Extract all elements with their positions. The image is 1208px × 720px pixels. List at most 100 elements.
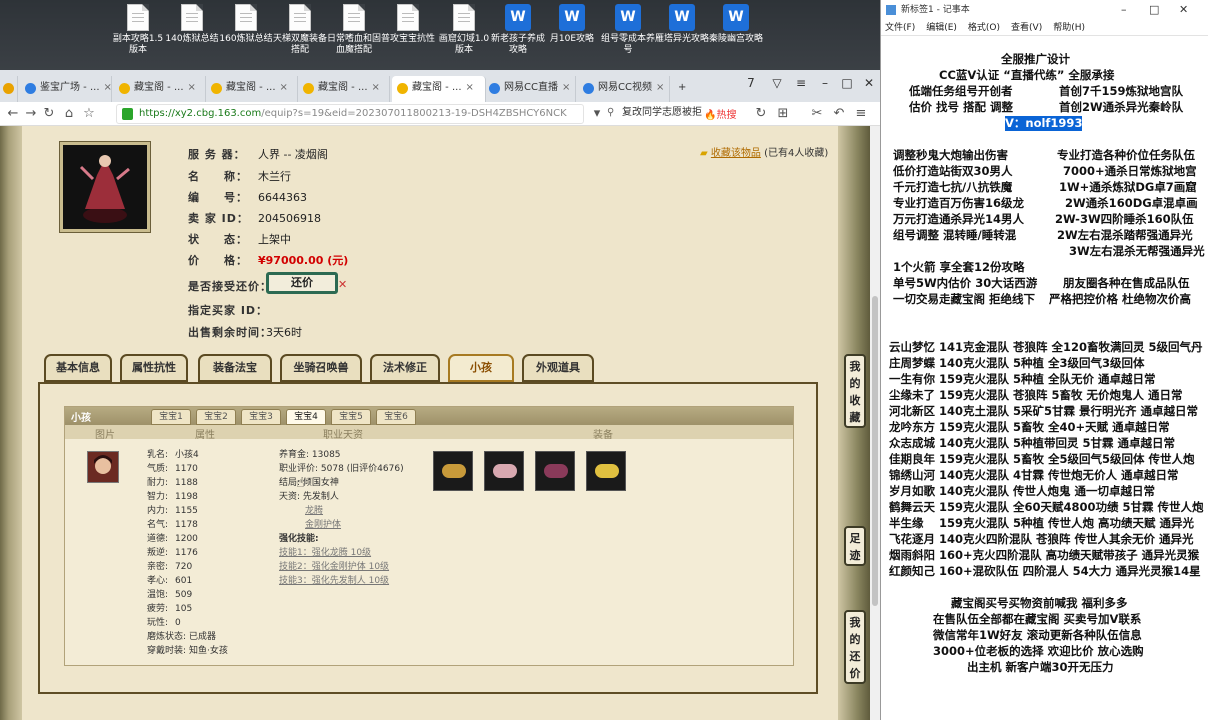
career-text[interactable]: 龙腾 bbox=[305, 506, 323, 516]
notepad-menu-item[interactable]: 帮助(H) bbox=[1053, 23, 1085, 33]
notepad-maximize-icon[interactable]: □ bbox=[1149, 0, 1159, 20]
kid-tab-4[interactable]: 宝宝4 bbox=[286, 409, 326, 425]
kid-tab-6[interactable]: 宝宝6 bbox=[376, 409, 416, 425]
notepad-menu-item[interactable]: 查看(V) bbox=[1011, 23, 1042, 33]
side-button-3[interactable]: 我的还价 bbox=[844, 610, 866, 684]
browser-tab[interactable]: 藏宝阁 - ... × bbox=[298, 76, 390, 102]
screenshot-icon[interactable]: ✂ bbox=[808, 104, 826, 124]
tab-5[interactable]: 法术修正 bbox=[370, 354, 440, 382]
career-line[interactable]: 龙腾 bbox=[305, 503, 323, 516]
notepad-line: 烟雨斜阳 160+克火四阶混队 高功绩天赋带孩子 通异光灵猴 bbox=[889, 548, 1200, 562]
notepad-close-icon[interactable]: ✕ bbox=[1179, 0, 1188, 20]
notepad-minimize-icon[interactable]: – bbox=[1121, 0, 1127, 20]
browser-tab[interactable]: 藏宝阁 - ... × bbox=[114, 76, 206, 102]
career-text[interactable]: 技能1：强化龙腾 10级 bbox=[279, 548, 371, 558]
extensions-icon[interactable]: ⊞ bbox=[774, 104, 792, 124]
menu-icon[interactable]: ≡ bbox=[790, 73, 812, 93]
tab-close-icon[interactable]: × bbox=[280, 82, 288, 93]
new-tab-button[interactable]: + bbox=[672, 76, 694, 102]
tab-7[interactable]: 外观道具 bbox=[522, 354, 594, 382]
career-line[interactable]: 金刚护体 bbox=[305, 517, 341, 530]
desktop-icon[interactable]: W 组号零成本养号 bbox=[600, 4, 656, 56]
back-icon[interactable]: ← bbox=[4, 104, 22, 124]
browser-tab[interactable]: 网易CC直播 × bbox=[484, 76, 576, 102]
desktop-icon[interactable]: 普攻宝宝抗性 bbox=[380, 4, 436, 45]
attr-value: 601 bbox=[175, 576, 193, 586]
scrollbar-thumb[interactable] bbox=[872, 296, 878, 606]
tab-1[interactable]: 基本信息 bbox=[44, 354, 112, 382]
equip-slot[interactable] bbox=[484, 451, 524, 491]
desktop-icon-label: 新老孩子养成攻略 bbox=[490, 34, 545, 55]
desktop-icon[interactable]: W 新老孩子养成攻略 bbox=[490, 4, 546, 56]
kid-tab-5[interactable]: 宝宝5 bbox=[331, 409, 371, 425]
career-line: 职业评价: 5078 (旧评价4676) bbox=[279, 461, 404, 474]
attr-key: 智力: bbox=[147, 492, 169, 502]
favorite-link[interactable]: 收藏该物品 bbox=[711, 148, 761, 159]
shirt-skin-icon[interactable]: ▽ bbox=[766, 73, 788, 93]
equip-slot[interactable] bbox=[433, 451, 473, 491]
close-icon[interactable]: ✕ bbox=[858, 73, 880, 93]
kid-tab-2[interactable]: 宝宝2 bbox=[196, 409, 236, 425]
hot-search-link[interactable]: 🔥热搜 bbox=[704, 106, 736, 121]
forward-icon[interactable]: → bbox=[22, 104, 40, 124]
notepad-line: 首创7千159炼狱地宫队 bbox=[1059, 84, 1184, 98]
kid-tab-3[interactable]: 宝宝3 bbox=[241, 409, 281, 425]
tab-close-icon[interactable]: × bbox=[188, 82, 196, 93]
browser-tab[interactable]: 网易CC视频 × bbox=[578, 76, 670, 102]
minimize-icon[interactable]: – bbox=[814, 73, 836, 93]
bookmark-icon[interactable]: ☆ bbox=[80, 104, 98, 124]
desktop-icon[interactable]: 副本攻略1.5版本 bbox=[110, 4, 166, 56]
notepad-menu-item[interactable]: 编辑(E) bbox=[926, 23, 957, 33]
desktop-icon[interactable]: 140炼狱总结 bbox=[164, 4, 220, 45]
career-text[interactable]: 技能2：强化金刚护体 10级 bbox=[279, 562, 389, 572]
haggle-close-icon[interactable]: ✕ bbox=[338, 278, 347, 291]
tab-close-icon[interactable]: × bbox=[372, 82, 380, 93]
career-line[interactable]: 技能2：强化金刚护体 10级 bbox=[279, 559, 389, 572]
desktop-icon[interactable]: W 月10E攻略 bbox=[544, 4, 600, 45]
refresh-icon[interactable]: ↻ bbox=[752, 104, 770, 124]
desktop-icon[interactable]: 日常嗜血和固血魔搭配 bbox=[326, 4, 382, 56]
browser-menu-icon[interactable]: ≡ bbox=[852, 104, 870, 124]
career-line[interactable]: 技能1：强化龙腾 10级 bbox=[279, 545, 371, 558]
desktop-icon[interactable]: 天梯双魔装备搭配 bbox=[272, 4, 328, 56]
tab-close-icon[interactable]: × bbox=[466, 82, 474, 93]
browser-tab[interactable]: 藏宝阁 - ... × bbox=[392, 76, 486, 102]
browser-tab[interactable]: 藏宝阁 - ... × bbox=[206, 76, 298, 102]
tab-3[interactable]: 装备法宝 bbox=[198, 354, 272, 382]
attr-key: 内力: bbox=[147, 506, 169, 516]
pin-window-icon[interactable]: 7 bbox=[740, 73, 762, 93]
browser-tab[interactable]: 鉴宝广场 - ... × bbox=[20, 76, 112, 102]
notepad-line: 出主机 新客户端30开无压力 bbox=[967, 660, 1114, 674]
tab-6[interactable]: 小孩 bbox=[448, 354, 514, 382]
side-button-2[interactable]: 足迹 bbox=[844, 526, 866, 566]
career-text[interactable]: 技能3：强化先发制人 10级 bbox=[279, 576, 389, 586]
notepad-menu-item[interactable]: 文件(F) bbox=[885, 23, 915, 33]
kid-tab-1[interactable]: 宝宝1 bbox=[151, 409, 191, 425]
side-button-1[interactable]: 我的收藏 bbox=[844, 354, 866, 428]
maximize-icon[interactable]: □ bbox=[836, 73, 858, 93]
haggle-button[interactable]: 还价 bbox=[266, 272, 338, 294]
equip-slot[interactable] bbox=[535, 451, 575, 491]
undo-icon[interactable]: ↶ bbox=[830, 104, 848, 124]
tab-close-icon[interactable]: × bbox=[562, 82, 570, 93]
tab-close-icon[interactable]: × bbox=[104, 82, 111, 93]
tab-close-icon[interactable]: × bbox=[656, 82, 664, 93]
desktop-icon[interactable]: W 秦陵幽宫攻略 bbox=[708, 4, 764, 45]
browser-logo-icon[interactable] bbox=[0, 76, 18, 102]
tab-4[interactable]: 坐骑召唤兽 bbox=[280, 354, 362, 382]
mouse-cursor-icon: ☝ bbox=[296, 475, 305, 491]
desktop-icon[interactable]: 画窟幻域1.0版本 bbox=[436, 4, 492, 56]
reload-icon[interactable]: ↻ bbox=[40, 104, 58, 124]
career-line[interactable]: 技能3：强化先发制人 10级 bbox=[279, 573, 389, 586]
desktop-icon[interactable]: 160炼狱总结 bbox=[218, 4, 274, 45]
page-scrollbar[interactable] bbox=[870, 126, 880, 720]
home-icon[interactable]: ⌂ bbox=[60, 104, 78, 124]
career-text[interactable]: 金刚护体 bbox=[305, 520, 341, 530]
desktop-icon[interactable]: W 雁塔异光攻略 bbox=[654, 4, 710, 45]
tab-2[interactable]: 属性抗性 bbox=[120, 354, 188, 382]
address-bar[interactable]: https://xy2.cbg.163.com/equip?s=19&eid=2… bbox=[116, 104, 584, 124]
word-doc-icon: W bbox=[505, 4, 531, 31]
notepad-line: 3000+位老板的选择 欢迎比价 放心选购 bbox=[933, 644, 1144, 658]
equip-slot[interactable] bbox=[586, 451, 626, 491]
notepad-menu-item[interactable]: 格式(O) bbox=[968, 23, 1000, 33]
